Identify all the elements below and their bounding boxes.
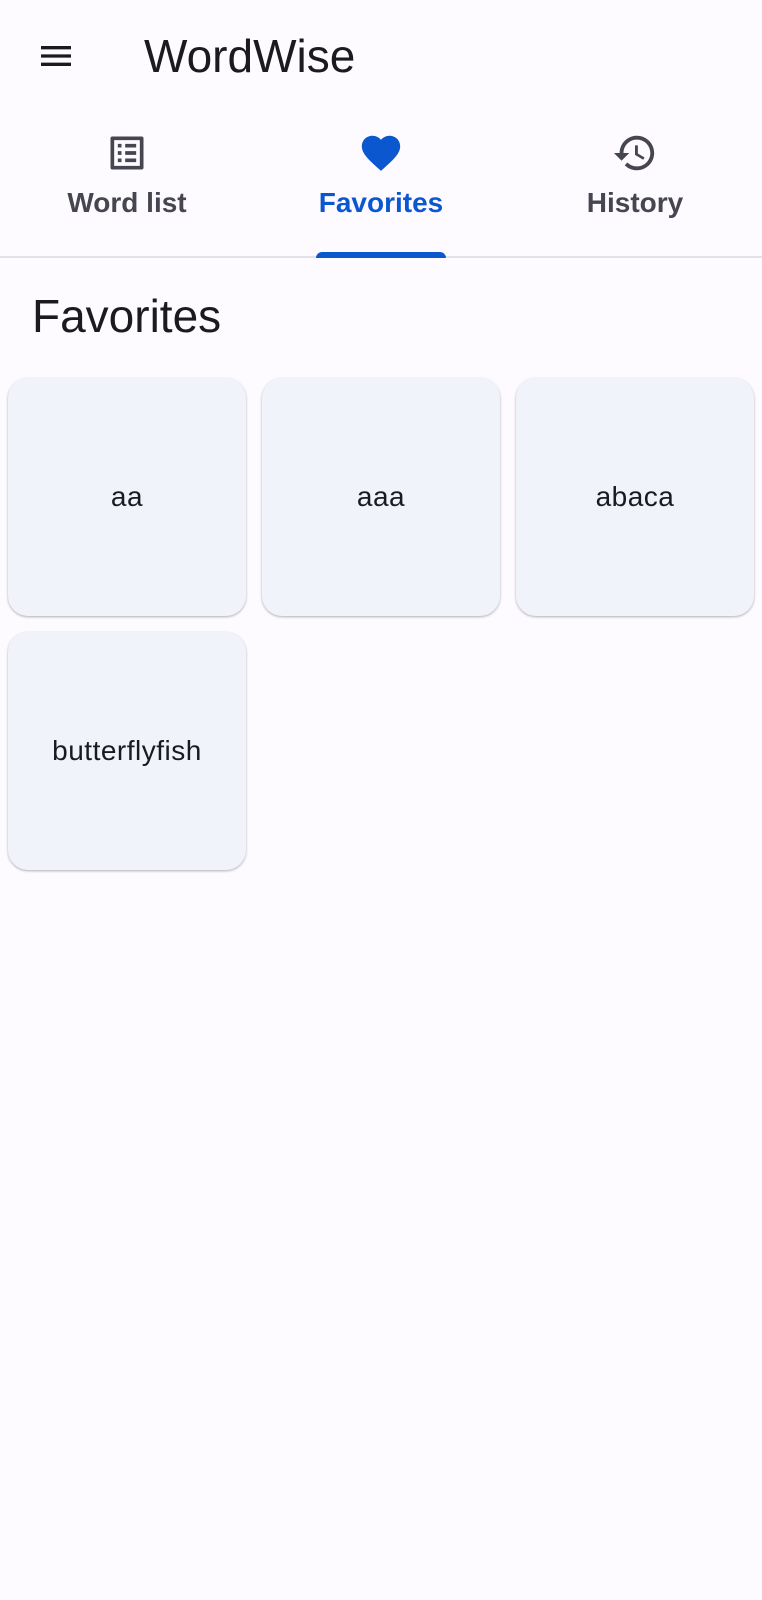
word-label: abaca	[595, 481, 675, 512]
tab-label-word-list: Word list	[67, 187, 187, 218]
heart-icon	[357, 129, 405, 177]
tab-label-history: History	[586, 187, 684, 218]
favorite-word-card[interactable]: butterflyfish	[8, 632, 246, 870]
tab-label-favorites: Favorites	[318, 187, 444, 218]
favorite-word-card[interactable]: aaa	[262, 378, 500, 616]
favorite-word-card[interactable]: aa	[8, 378, 246, 616]
word-label: aaa	[356, 481, 406, 512]
tab-word-list[interactable]: Word list	[0, 112, 254, 256]
list-alt-icon	[103, 129, 151, 177]
tab-history[interactable]: History	[508, 112, 762, 256]
history-icon	[611, 129, 659, 177]
page-title: Favorites	[32, 290, 222, 342]
hamburger-menu-icon	[41, 46, 71, 66]
top-app-bar: WordWise	[0, 0, 762, 112]
word-label: aa	[110, 481, 144, 512]
favorite-word-card[interactable]: abaca	[516, 378, 754, 616]
app-title: WordWise	[144, 30, 356, 82]
tab-bar: Word list Favorites History	[0, 112, 762, 258]
word-label: butterflyfish	[52, 735, 202, 766]
tab-favorites[interactable]: Favorites	[254, 112, 508, 258]
active-tab-indicator	[316, 252, 446, 258]
menu-button[interactable]	[24, 28, 88, 84]
favorites-grid: aa aaa abaca butterflyfish	[8, 378, 754, 870]
